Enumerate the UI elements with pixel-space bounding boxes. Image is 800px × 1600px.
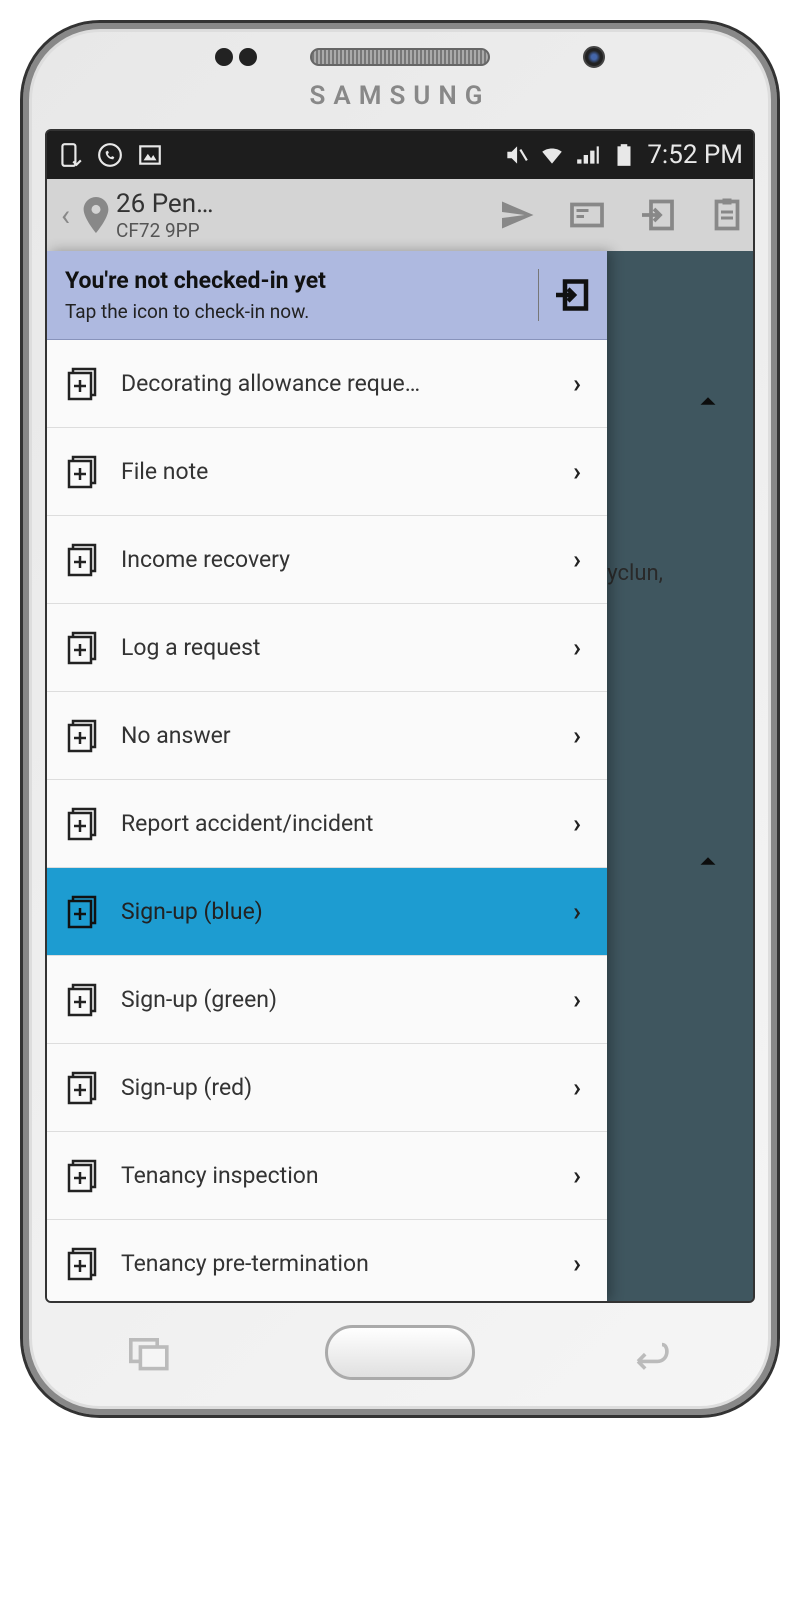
chevron-right-icon: › bbox=[573, 369, 581, 399]
document-plus-icon bbox=[66, 719, 100, 753]
list-item[interactable]: Income recovery› bbox=[47, 516, 607, 604]
send-icon[interactable] bbox=[499, 197, 535, 233]
document-plus-icon bbox=[66, 631, 100, 665]
list-item-label: Tenancy pre-termination bbox=[121, 1250, 573, 1277]
front-camera bbox=[583, 46, 605, 68]
list-item-label: Sign-up (blue) bbox=[121, 898, 573, 925]
phone-notif-icon bbox=[57, 142, 83, 168]
header-subtitle: CF72 9PP bbox=[116, 219, 213, 242]
header-title: 26 Pen… bbox=[116, 189, 213, 219]
checkin-subtitle: Tap the icon to check-in now. bbox=[65, 300, 524, 323]
list-item-label: Decorating allowance reque… bbox=[121, 370, 573, 397]
header-title-block[interactable]: 26 Pen… CF72 9PP bbox=[116, 189, 213, 242]
battery-icon bbox=[611, 142, 637, 168]
checkin-header-icon[interactable] bbox=[639, 197, 675, 233]
document-plus-icon bbox=[66, 367, 100, 401]
list-item-label: Report accident/incident bbox=[121, 810, 573, 837]
list-item-label: Sign-up (green) bbox=[121, 986, 573, 1013]
card-icon[interactable] bbox=[569, 197, 605, 233]
list-item-label: Sign-up (red) bbox=[121, 1074, 573, 1101]
list-item[interactable]: No answer› bbox=[47, 692, 607, 780]
image-notif-icon bbox=[137, 142, 163, 168]
whatsapp-icon bbox=[97, 142, 123, 168]
app-header: ‹ 26 Pen… CF72 9PP bbox=[47, 179, 753, 251]
list-item-label: Log a request bbox=[121, 634, 573, 661]
list-item[interactable]: Tenancy inspection› bbox=[47, 1132, 607, 1220]
document-plus-icon bbox=[66, 807, 100, 841]
collapse-caret-icon[interactable] bbox=[693, 846, 723, 876]
phone-top bbox=[45, 48, 755, 66]
home-button[interactable] bbox=[325, 1325, 475, 1380]
document-plus-icon bbox=[66, 1247, 100, 1281]
chevron-right-icon: › bbox=[573, 633, 581, 663]
document-plus-icon bbox=[66, 983, 100, 1017]
list-item[interactable]: Sign-up (green)› bbox=[47, 956, 607, 1044]
document-plus-icon bbox=[66, 895, 100, 929]
mute-icon bbox=[503, 142, 529, 168]
brand-label: SAMSUNG bbox=[45, 81, 755, 111]
signal-icon bbox=[575, 142, 601, 168]
screen-body: yclun, You're not checked-in yet Tap the… bbox=[47, 251, 753, 1301]
chevron-right-icon: › bbox=[573, 545, 581, 575]
divider bbox=[538, 269, 539, 321]
list-item[interactable]: File note› bbox=[47, 428, 607, 516]
list-item[interactable]: Report accident/incident› bbox=[47, 780, 607, 868]
list-item-label: File note bbox=[121, 458, 573, 485]
action-side-panel: You're not checked-in yet Tap the icon t… bbox=[47, 251, 607, 1301]
sensor-dots bbox=[215, 48, 257, 66]
phone-frame: SAMSUNG 7:52 PM ‹ 26 Pen… CF72 9PP bbox=[20, 20, 780, 1418]
list-item-label: Tenancy inspection bbox=[121, 1162, 573, 1189]
list-item[interactable]: Log a request› bbox=[47, 604, 607, 692]
list-item[interactable]: Sign-up (red)› bbox=[47, 1044, 607, 1132]
checkin-banner[interactable]: You're not checked-in yet Tap the icon t… bbox=[47, 251, 607, 340]
back-softkey[interactable] bbox=[625, 1335, 675, 1371]
document-plus-icon bbox=[66, 543, 100, 577]
chevron-right-icon: › bbox=[573, 1073, 581, 1103]
checkin-icon[interactable] bbox=[553, 277, 589, 313]
chevron-right-icon: › bbox=[573, 809, 581, 839]
document-plus-icon bbox=[66, 1071, 100, 1105]
chevron-right-icon: › bbox=[573, 985, 581, 1015]
document-plus-icon bbox=[66, 455, 100, 489]
chevron-right-icon: › bbox=[573, 457, 581, 487]
list-item-label: No answer bbox=[121, 722, 573, 749]
chevron-right-icon: › bbox=[573, 897, 581, 927]
list-item[interactable]: Tenancy pre-termination› bbox=[47, 1220, 607, 1301]
location-pin-icon bbox=[82, 197, 110, 233]
action-list: Decorating allowance reque…›File note›In… bbox=[47, 340, 607, 1301]
clipboard-icon[interactable] bbox=[709, 197, 745, 233]
list-item[interactable]: Decorating allowance reque…› bbox=[47, 340, 607, 428]
speaker-grille bbox=[310, 48, 490, 66]
status-time: 7:52 PM bbox=[647, 140, 743, 170]
back-button[interactable]: ‹ bbox=[55, 198, 76, 233]
recent-apps-button[interactable] bbox=[125, 1335, 175, 1371]
list-item-label: Income recovery bbox=[121, 546, 573, 573]
background-text-fragment: yclun, bbox=[607, 561, 663, 586]
screen: 7:52 PM ‹ 26 Pen… CF72 9PP yclun, bbox=[45, 129, 755, 1303]
wifi-icon bbox=[539, 142, 565, 168]
chevron-right-icon: › bbox=[573, 721, 581, 751]
document-plus-icon bbox=[66, 1159, 100, 1193]
checkin-title: You're not checked-in yet bbox=[65, 267, 524, 294]
phone-bottom bbox=[45, 1303, 755, 1385]
collapse-caret-icon[interactable] bbox=[693, 386, 723, 416]
chevron-right-icon: › bbox=[573, 1249, 581, 1279]
status-bar: 7:52 PM bbox=[47, 131, 753, 179]
list-item[interactable]: Sign-up (blue)› bbox=[47, 868, 607, 956]
chevron-right-icon: › bbox=[573, 1161, 581, 1191]
